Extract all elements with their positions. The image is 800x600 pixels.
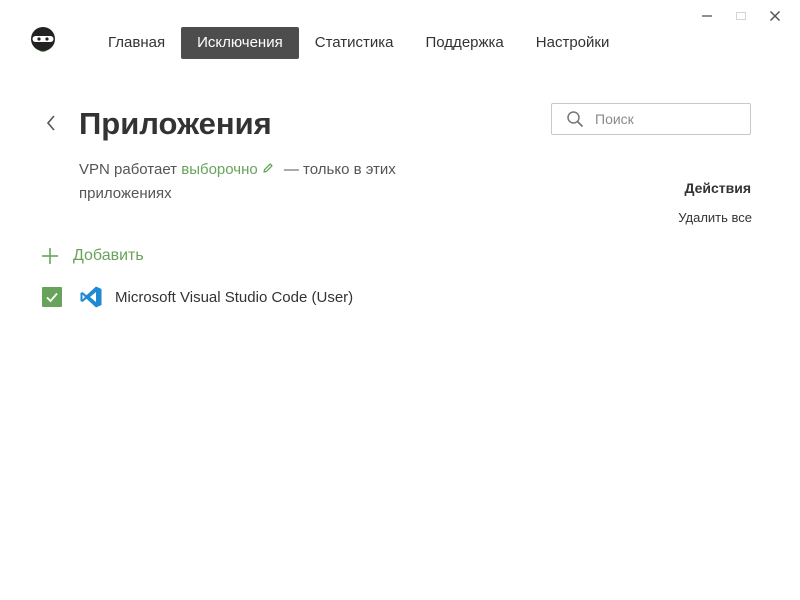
search-box[interactable] [551, 103, 751, 135]
app-window: Главная Исключения Статистика Поддержка … [0, 0, 800, 600]
vpn-mode-description: VPN работает выборочно — только в этих п… [79, 158, 439, 206]
maximize-icon [736, 12, 746, 20]
app-checkbox[interactable] [42, 287, 62, 307]
main-navigation: Главная Исключения Статистика Поддержка … [92, 27, 625, 59]
list-item: Microsoft Visual Studio Code (User) [42, 284, 353, 310]
vpn-mode-link[interactable]: выборочно [181, 161, 257, 178]
ninja-logo-icon [28, 26, 58, 60]
maximize-button[interactable] [724, 6, 758, 26]
page-title: Приложения [79, 106, 272, 141]
add-app-button[interactable]: Добавить [40, 246, 144, 266]
chevron-left-icon [46, 115, 55, 131]
app-name: Microsoft Visual Studio Code (User) [115, 288, 354, 306]
back-button[interactable] [40, 111, 62, 135]
delete-all-button[interactable]: Удалить все [678, 210, 752, 225]
actions-heading: Действия [684, 180, 751, 196]
close-icon [769, 10, 781, 22]
nav-settings[interactable]: Настройки [520, 27, 626, 59]
nav-exclusions[interactable]: Исключения [181, 27, 299, 59]
description-prefix: VPN работает [79, 161, 182, 178]
nav-statistics[interactable]: Статистика [299, 27, 410, 59]
plus-icon [42, 248, 58, 264]
nav-home[interactable]: Главная [92, 27, 181, 59]
nav-support[interactable]: Поддержка [410, 27, 520, 59]
search-icon [566, 110, 588, 128]
close-button[interactable] [758, 6, 792, 26]
checkmark-icon [46, 292, 58, 303]
search-input[interactable] [593, 110, 747, 128]
add-app-label: Добавить [73, 247, 144, 264]
pencil-icon[interactable] [262, 158, 274, 182]
minimize-icon [702, 15, 712, 17]
window-controls [690, 6, 792, 26]
vscode-icon [78, 284, 104, 310]
minimize-button[interactable] [690, 6, 724, 26]
